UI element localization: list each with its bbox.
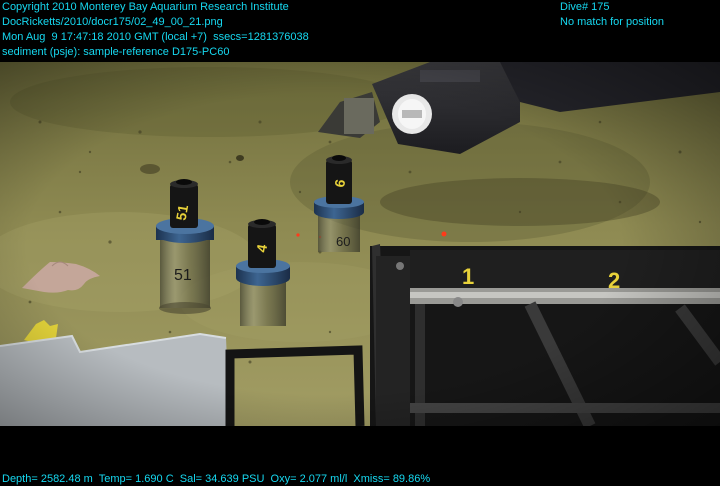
file-path-text: DocRicketts/2010/docr175/02_49_00_21.png: [2, 16, 223, 28]
video-frame: 51 51 4 6 60: [0, 0, 720, 486]
timestamp-text: Mon Aug 9 17:47:18 2010 GMT (local +7) s…: [2, 31, 309, 43]
position-status-text: No match for position: [560, 16, 664, 28]
telemetry-text: Depth= 2582.48 m Temp= 1.690 C Sal= 34.6…: [2, 473, 431, 485]
header-left-overlay: Copyright 2010 Monterey Bay Aquarium Res…: [2, 0, 309, 60]
header-right-overlay: Dive# 175 No match for position: [560, 0, 664, 30]
sample-reference-text: sediment (psje): sample-reference D175-P…: [2, 46, 230, 58]
seafloor-scene: 51 51 4 6 60: [0, 62, 720, 426]
telemetry-footer: Depth= 2582.48 m Temp= 1.690 C Sal= 34.6…: [2, 472, 430, 486]
copyright-text: Copyright 2010 Monterey Bay Aquarium Res…: [2, 1, 289, 13]
dive-number-text: Dive# 175: [560, 1, 610, 13]
